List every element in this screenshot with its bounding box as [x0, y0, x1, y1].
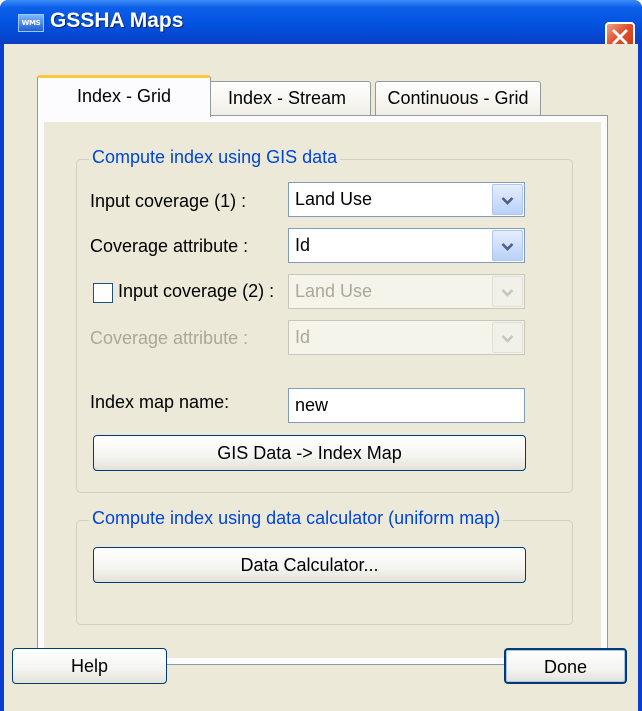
title-bar[interactable]: WMS GSSHA Maps: [0, 0, 642, 52]
coverage-attribute-2-dropdown-button[interactable]: [492, 322, 523, 353]
window-title: GSSHA Maps: [50, 9, 184, 32]
coverage-attribute-2-select[interactable]: Id: [288, 320, 525, 355]
tab-panel-body: Compute index using GIS data Input cover…: [44, 122, 601, 658]
data-calculator-button[interactable]: Data Calculator...: [93, 547, 526, 583]
input-coverage-2-dropdown-button[interactable]: [492, 276, 523, 307]
chevron-down-icon: [501, 335, 514, 343]
input-coverage-1-value: Land Use: [295, 189, 373, 209]
coverage-attribute-1-value: Id: [295, 235, 311, 255]
coverage-attribute-2-label: Coverage attribute :: [90, 328, 249, 348]
coverage-attribute-1-select[interactable]: Id: [288, 228, 525, 263]
input-coverage-1-dropdown-button[interactable]: [492, 184, 523, 215]
coverage-attribute-1-label: Coverage attribute :: [90, 236, 249, 256]
chevron-down-icon: [501, 197, 514, 205]
coverage-attribute-2-value: Id: [295, 327, 311, 347]
dialog-client-area: Index - Stream Continuous - Grid Index -…: [4, 44, 638, 711]
index-map-name-value: new: [295, 395, 329, 415]
calculator-group-title: Compute index using data calculator (uni…: [89, 508, 504, 529]
tab-index-grid[interactable]: Index - Grid: [37, 75, 211, 117]
input-coverage-2-select[interactable]: Land Use: [288, 274, 525, 309]
wms-app-icon: WMS: [18, 14, 44, 32]
input-coverage-2-label: Input coverage (2) :: [118, 281, 275, 301]
input-coverage-1-label: Input coverage (1) :: [90, 191, 247, 211]
gssha-maps-window: WMS GSSHA Maps Index - Stream Continuous…: [0, 0, 642, 711]
input-coverage-2-value: Land Use: [295, 281, 373, 301]
input-coverage-1-select[interactable]: Land Use: [288, 182, 525, 217]
tab-panel-index-grid: Compute index using GIS data Input cover…: [37, 115, 608, 665]
chevron-down-icon: [501, 289, 514, 297]
gis-group-title: Compute index using GIS data: [89, 147, 341, 168]
index-map-name-label: Index map name:: [90, 392, 230, 412]
input-coverage-2-checkbox[interactable]: [93, 283, 113, 303]
done-button[interactable]: Done: [504, 648, 627, 684]
index-map-name-input[interactable]: new: [288, 388, 525, 423]
chevron-down-icon: [501, 243, 514, 251]
help-button[interactable]: Help: [12, 648, 167, 684]
gis-data-to-index-map-button[interactable]: GIS Data -> Index Map: [93, 435, 526, 471]
tab-continuous-grid[interactable]: Continuous - Grid: [375, 81, 541, 115]
tab-index-stream[interactable]: Index - Stream: [203, 81, 371, 115]
coverage-attribute-1-dropdown-button[interactable]: [492, 230, 523, 261]
